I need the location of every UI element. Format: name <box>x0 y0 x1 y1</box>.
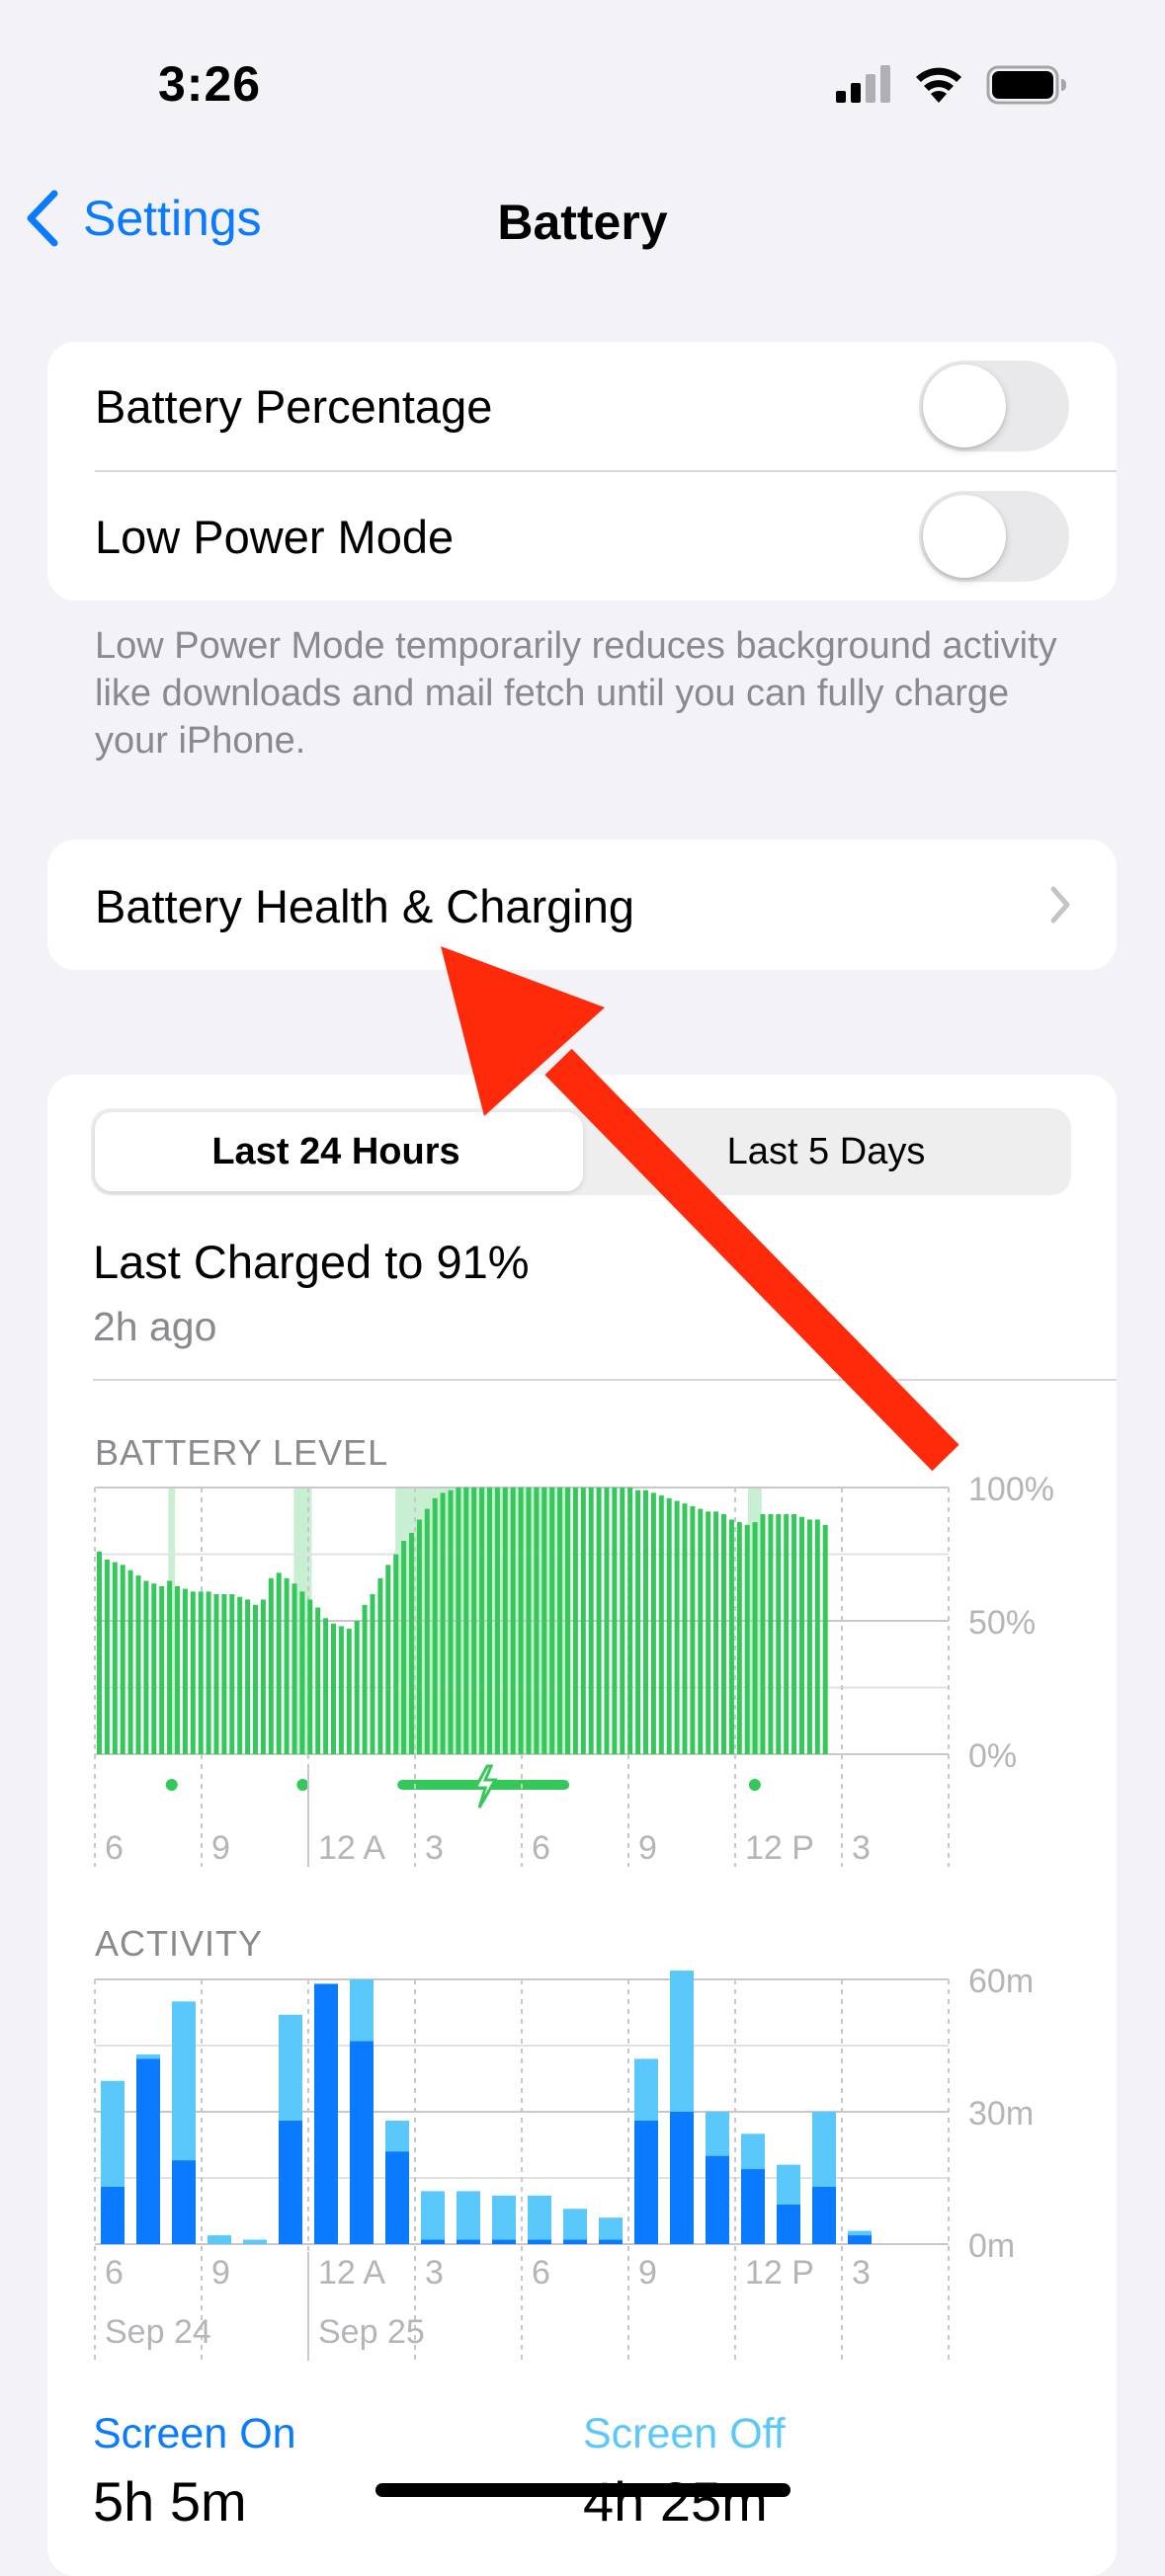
annotation-arrow <box>441 946 959 1472</box>
home-indicator <box>375 2483 791 2497</box>
